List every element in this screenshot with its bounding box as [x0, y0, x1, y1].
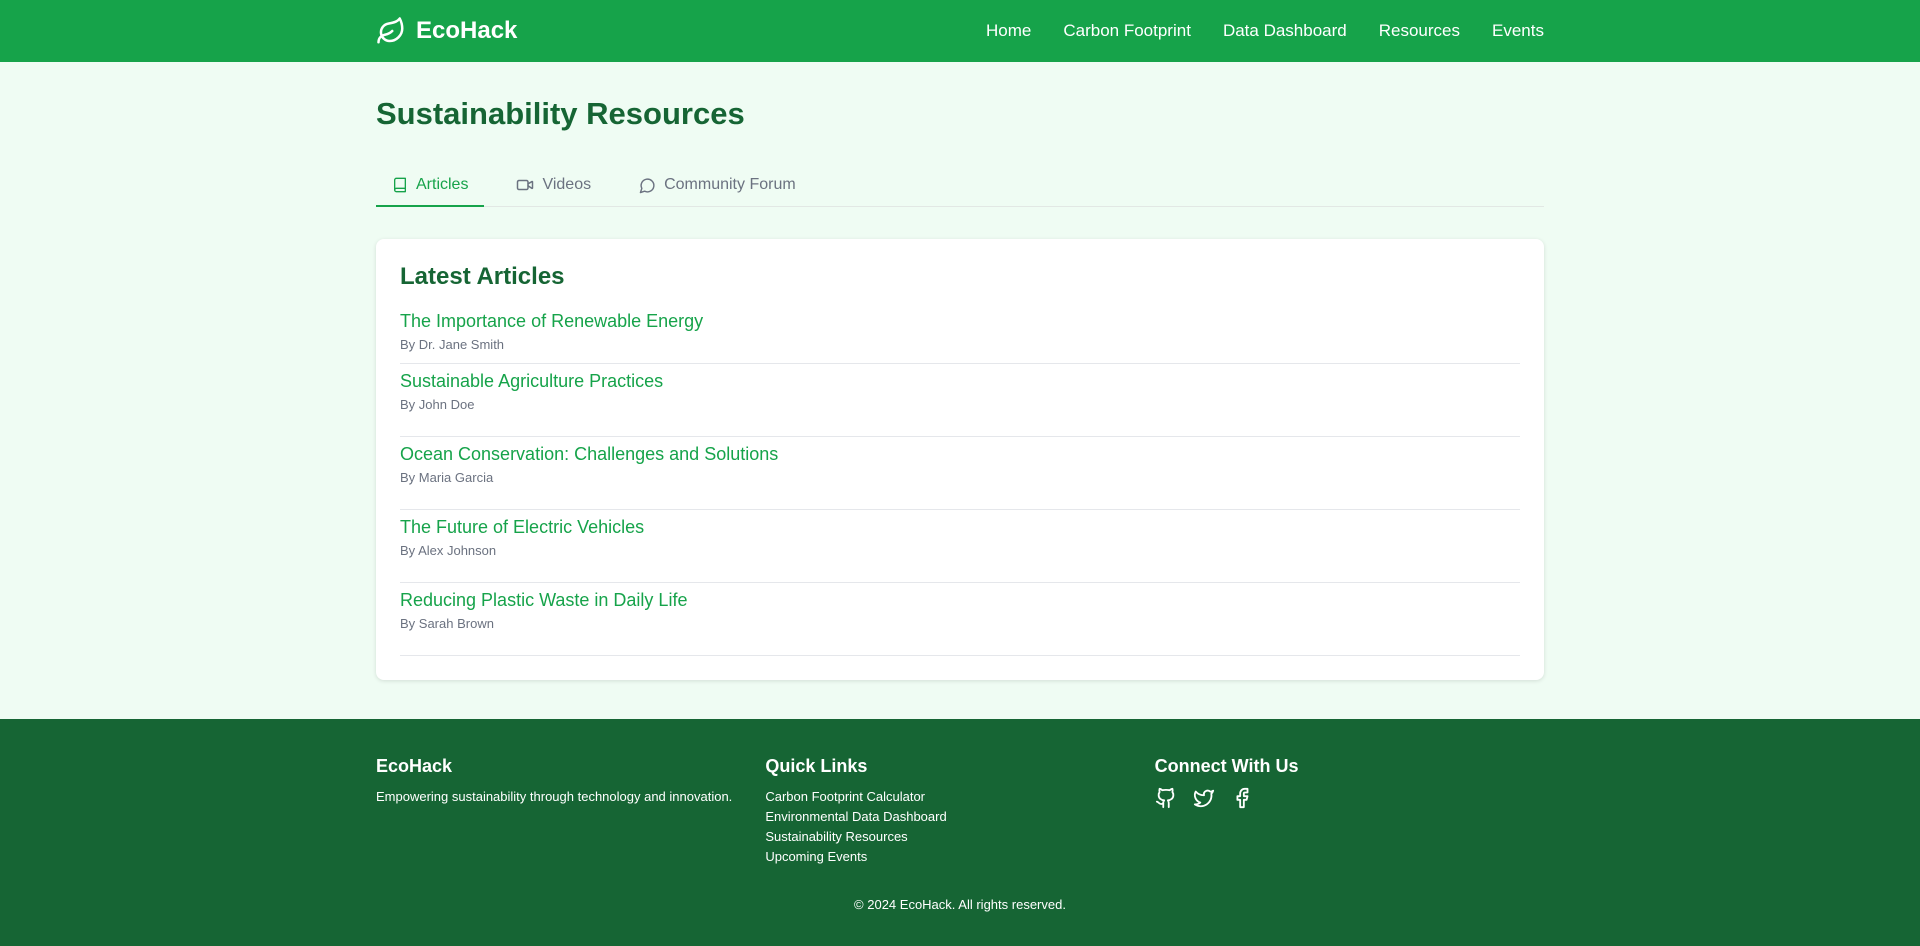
article-title-link[interactable]: Sustainable Agriculture Practices [400, 370, 1520, 392]
github-link[interactable] [1155, 787, 1177, 809]
list-item: Sustainable Agriculture Practices By Joh… [400, 364, 1520, 437]
footer-link-resources[interactable]: Sustainability Resources [765, 827, 1154, 847]
book-icon [394, 177, 406, 192]
list-item: The Importance of Renewable Energy By Dr… [400, 308, 1520, 364]
article-title-link[interactable]: Reducing Plastic Waste in Daily Life [400, 589, 1520, 611]
github-icon [1155, 787, 1174, 809]
chat-bubble-icon [639, 177, 655, 193]
latest-articles-heading: Latest Articles [400, 263, 565, 290]
leaf-icon [377, 17, 404, 44]
tab-articles[interactable]: Articles [376, 164, 485, 207]
connect-heading: Connect With Us [1154, 756, 1299, 776]
article-author: By John Doe [400, 396, 475, 412]
nav-events[interactable]: Events [1492, 21, 1544, 41]
facebook-link[interactable] [1231, 787, 1253, 809]
copyright-text: © 2024 EcoHack. All rights reserved. [854, 897, 1066, 912]
quick-links-heading: Quick Links [765, 756, 868, 776]
video-icon [517, 179, 534, 191]
tab-label: Videos [542, 176, 592, 193]
list-item: Reducing Plastic Waste in Daily Life By … [400, 583, 1520, 656]
nav-data-dashboard[interactable]: Data Dashboard [1223, 21, 1347, 41]
resource-tabs: Articles Videos Community Forum [376, 164, 1544, 207]
main-content: Sustainability Resources Articles Videos [0, 62, 1920, 719]
tab-videos[interactable]: Videos [500, 164, 607, 206]
tab-label: Community Forum [664, 176, 796, 193]
twitter-link[interactable] [1193, 787, 1215, 809]
footer-link-data-dashboard[interactable]: Environmental Data Dashboard [765, 807, 1154, 827]
footer-tagline: Empowering sustainability through techno… [376, 789, 733, 804]
footer-connect: Connect With Us [1155, 755, 1544, 867]
list-item: The Future of Electric Vehicles By Alex … [400, 510, 1520, 583]
main-nav: Home Carbon Footprint Data Dashboard Res… [986, 21, 1544, 41]
nav-carbon-footprint[interactable]: Carbon Footprint [1063, 21, 1191, 41]
article-title-link[interactable]: Ocean Conservation: Challenges and Solut… [400, 443, 1520, 465]
footer-brand: EcoHack [376, 756, 453, 776]
footer-link-carbon-calculator[interactable]: Carbon Footprint Calculator [765, 787, 1154, 807]
brand-logo[interactable]: EcoHack [376, 16, 517, 46]
article-author: By Dr. Jane Smith [400, 336, 505, 352]
page-title: Sustainability Resources [376, 96, 745, 131]
facebook-icon [1236, 787, 1249, 809]
article-author: By Alex Johnson [400, 542, 497, 558]
nav-resources[interactable]: Resources [1379, 21, 1460, 41]
list-item: Ocean Conservation: Challenges and Solut… [400, 437, 1520, 510]
tab-community-forum[interactable]: Community Forum [623, 164, 812, 206]
article-author: By Maria Garcia [400, 469, 494, 485]
twitter-icon [1193, 789, 1214, 808]
social-links [1155, 787, 1544, 809]
article-title-link[interactable]: The Importance of Renewable Energy [400, 310, 1520, 332]
footer-quick-links: Quick Links Carbon Footprint Calculator … [765, 755, 1154, 867]
nav-home[interactable]: Home [986, 21, 1031, 41]
footer-link-events[interactable]: Upcoming Events [765, 847, 1154, 867]
article-title-link[interactable]: The Future of Electric Vehicles [400, 516, 1520, 538]
site-footer: EcoHack Empowering sustainability throug… [0, 719, 1920, 946]
footer-about: EcoHack Empowering sustainability throug… [376, 755, 765, 867]
latest-articles-card: Latest Articles The Importance of Renewa… [376, 239, 1544, 680]
article-author: By Sarah Brown [400, 615, 494, 631]
tab-label: Articles [416, 175, 469, 193]
top-navbar: EcoHack Home Carbon Footprint Data Dashb… [0, 0, 1920, 62]
brand-name: EcoHack [416, 17, 518, 44]
